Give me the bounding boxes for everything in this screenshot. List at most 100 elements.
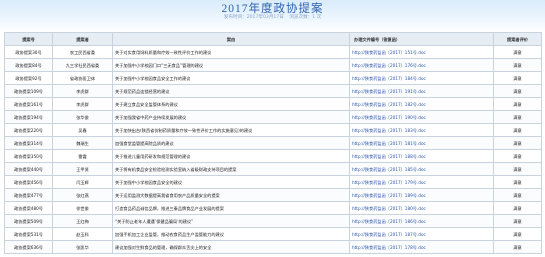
- proposer-evaluation: 满意: [493, 162, 542, 176]
- table-row: 政协提案636号 张凯华 建议加强对生鲜食品的管理，确保群众舌尖上的安全 http:/…: [4, 240, 542, 254]
- proposal-number: 政协提案109号: [4, 84, 53, 98]
- reply-document-link[interactable]: http://陕食药监函〔2017〕179号.doc: [349, 175, 494, 189]
- table-row: 政协提案440号 王甲贤 关于将有机食品安全检验检测实验室纳入省级财政支持项目的提案…: [4, 162, 542, 176]
- proposal-number: 政协提案456号: [4, 175, 53, 189]
- proposal-number: 政协提案161号: [4, 97, 53, 111]
- proposer-name: 雷霞: [52, 149, 113, 163]
- view-count: 浏览次数：1 次: [289, 15, 322, 20]
- proposal-subject: 关于运用监测大数据提高我省食用农产品质量安全的提案: [112, 188, 350, 202]
- proposal-subject: 关于加强中小学校园食品安全的建议: [112, 175, 350, 189]
- proposer-evaluation: 满意: [493, 71, 542, 85]
- table-header-row: 提案号 提案者 案由 办理文件编号（答复函） 提案者评价: [4, 32, 542, 46]
- reply-document-link[interactable]: http://陕食药监函〔2017〕190号.doc: [349, 110, 494, 124]
- proposal-subject: 关于建立食品安全监管体系的建议: [112, 97, 350, 111]
- proposal-subject: 加强食堂监管提高院品质的建议: [112, 136, 350, 150]
- reply-document-link[interactable]: http://陕食药监函〔2017〕182号.doc: [349, 97, 494, 111]
- reply-document-link[interactable]: http://陕食药监函〔2017〕180号.doc: [349, 201, 494, 215]
- proposal-number: 政协提案636号: [4, 240, 53, 254]
- proposal-number: 政协提案509号: [4, 214, 53, 228]
- proposal-number: 政协提案440号: [4, 162, 53, 176]
- proposer-name: 徐世俊: [52, 201, 113, 215]
- reply-document-link[interactable]: http://陕食药监函〔2017〕176号.doc: [349, 58, 494, 72]
- proposer-name: 吴春: [52, 123, 113, 137]
- table-row: 政协提案84号 九三学社民西省委 关于加强中小学校园门口“三无食品”管理的建议 htt…: [4, 58, 542, 72]
- publish-date: 发布时间：2017年03月17日: [223, 15, 284, 20]
- proposal-subject: 打造食品药品诚信品牌，推进三秦品牌食品产业发展的提案: [112, 201, 350, 215]
- proposal-number: 政协提案314号: [4, 136, 53, 150]
- proposer-name: 赵玉科: [52, 227, 113, 241]
- proposer-name: 张华俊: [52, 110, 113, 124]
- proposer-evaluation: 满意: [493, 214, 542, 228]
- table-row: 政协提案161号 李虎群 关于建立食品安全监管体系的建议 http://陕食药监函〔2…: [4, 97, 542, 111]
- proposal-subject: 关于加快出台(陕西省仿制药质量和疗效一致性评价工作的实施意见)的建议: [112, 123, 350, 137]
- proposer-evaluation: 满意: [493, 175, 542, 189]
- table-row: 政协提案477号 张红燕 关于运用监测大数据提高我省食用农产品质量安全的提案 http…: [4, 188, 542, 202]
- proposer-name: 省政协医卫体: [52, 71, 113, 85]
- proposer-evaluation: 满意: [493, 97, 542, 111]
- proposer-name: 魏瑞生: [52, 136, 113, 150]
- col-header-number: 提案号: [4, 32, 53, 46]
- table-row: 政协提案509号 王红梅 “关于防止老年人遭遇‘保健品骗局’的建议” http://陕…: [4, 214, 542, 228]
- proposer-evaluation: 满意: [493, 58, 542, 72]
- proposal-number: 政协提案194号: [4, 110, 53, 124]
- proposal-number: 政协提案531号: [4, 227, 53, 241]
- reply-document-link[interactable]: http://陕食药监函〔2017〕184号.doc: [349, 71, 494, 85]
- proposal-number: 政协提案220号: [4, 123, 53, 137]
- reply-document-link[interactable]: http://陕食药监函〔2017〕151号.doc: [349, 45, 494, 59]
- proposal-number: 政协提案350号: [4, 149, 53, 163]
- proposal-subject: 关于将有机食品安全检验检测实验室纳入省级财政支持项目的提案: [112, 162, 350, 176]
- reply-document-link[interactable]: http://陕食药监函〔2017〕191号.doc: [349, 84, 494, 98]
- table-row: 政协提案314号 魏瑞生 加强食堂监管提高院品质的建议 http://陕食药监函〔20…: [4, 136, 542, 150]
- proposer-evaluation: 满意: [493, 136, 542, 150]
- proposal-number: 政协提案30号: [4, 45, 53, 59]
- table-row: 政协提案480号 徐世俊 打造食品药品诚信品牌，推进三秦品牌食品产业发展的提案 htt…: [4, 201, 542, 215]
- proposal-subject: “关于防止老年人遭遇‘保健品骗局’的建议”: [112, 214, 350, 228]
- proposer-name: 王红梅: [52, 214, 113, 228]
- proposal-subject: 关于加强中小学校园门口“三无食品”管理的建议: [112, 58, 350, 72]
- proposer-evaluation: 满意: [493, 149, 542, 163]
- table-row: 政协提案350号 雷霞 关于推进儿童用药研发和规范管理的建议 http://陕食药监函…: [4, 149, 542, 163]
- proposer-evaluation: 满意: [493, 201, 542, 215]
- publish-meta: 发布时间：2017年03月17日 浏览次数：1 次: [0, 14, 545, 20]
- proposer-name: 农工民西省委: [52, 45, 113, 59]
- proposal-subject: 关于加强我省中药产业持续发展的建议: [112, 110, 350, 124]
- proposal-table: 提案号 提案者 案由 办理文件编号（答复函） 提案者评价 政协提案30号 农工民西…: [4, 32, 542, 254]
- table-body: 政协提案30号 农工民西省委 关于对实食用饲料质量和疗效一致性评价工作的建议 http…: [4, 45, 542, 254]
- reply-document-link[interactable]: http://陕食药监函〔2017〕181号.doc: [349, 136, 494, 150]
- proposal-number: 政协提案84号: [4, 58, 53, 72]
- proposer-name: 王甲贤: [52, 162, 113, 176]
- proposer-evaluation: 满意: [493, 84, 542, 98]
- proposer-name: 张红燕: [52, 188, 113, 202]
- reply-document-link[interactable]: http://陕食药监函〔2017〕187号.doc: [349, 227, 494, 241]
- col-header-evaluation: 提案者评价: [493, 32, 542, 46]
- proposal-subject: 关于推进儿童用药研发和规范管理的建议: [112, 149, 350, 163]
- col-header-proposer: 提案者: [52, 32, 113, 46]
- proposer-name: 九三学社民西省委: [52, 58, 113, 72]
- proposal-number: 政协提案477号: [4, 188, 53, 202]
- proposer-name: 李虎群: [52, 97, 113, 111]
- proposal-subject: 关于规范药品连锁经营的建议: [112, 84, 350, 98]
- table-row: 政协提案109号 李虎群 关于规范药品连锁经营的建议 http://陕食药监函〔201…: [4, 84, 542, 98]
- proposal-subject: 建议加强对生鲜食品的管理，确保群众舌尖上的安全: [112, 240, 350, 254]
- proposer-name: 闫玉辉: [52, 175, 113, 189]
- page-banner: 2017年度政协提案 发布时间：2017年03月17日 浏览次数：1 次: [0, 0, 545, 33]
- table-row: 政协提案531号 赵玉科 加强手机加工企业监管，推动农食药品生产监管能力的建议 htt…: [4, 227, 542, 241]
- reply-document-link[interactable]: http://陕食药监函〔2017〕178号.doc: [349, 240, 494, 254]
- table-row: 政协提案194号 张华俊 关于加强我省中药产业持续发展的建议 http://陕食药监函…: [4, 110, 542, 124]
- table-row: 政协提案92号 省政协医卫体 关于加强中小学校园食品安全工作的建议 http://陕食…: [4, 71, 542, 85]
- reply-document-link[interactable]: http://陕食药监函〔2017〕183号.doc: [349, 123, 494, 137]
- proposal-subject: 加强手机加工企业监管，推动农食药品生产监管能力的建议: [112, 227, 350, 241]
- reply-document-link[interactable]: http://陕食药监函〔2017〕185号.doc: [349, 162, 494, 176]
- proposal-number: 政协提案480号: [4, 201, 53, 215]
- reply-document-link[interactable]: http://陕食药监函〔2017〕189号.doc: [349, 188, 494, 202]
- reply-document-link[interactable]: http://陕食药监函〔2017〕186号.doc: [349, 214, 494, 228]
- proposer-evaluation: 满意: [493, 188, 542, 202]
- table-row: 政协提案30号 农工民西省委 关于对实食用饲料质量和疗效一致性评价工作的建议 http…: [4, 45, 542, 59]
- proposal-subject: 关于加强中小学校园食品安全工作的建议: [112, 71, 350, 85]
- table-row: 政协提案220号 吴春 关于加快出台(陕西省仿制药质量和疗效一致性评价工作的实施意见…: [4, 123, 542, 137]
- proposer-evaluation: 满意: [493, 45, 542, 59]
- table-row: 政协提案456号 闫玉辉 关于加强中小学校园食品安全的建议 http://陕食药监函〔…: [4, 175, 542, 189]
- proposer-evaluation: 满意: [493, 123, 542, 137]
- reply-document-link[interactable]: http://陕食药监函〔2017〕188号.doc: [349, 149, 494, 163]
- proposer-evaluation: 满意: [493, 240, 542, 254]
